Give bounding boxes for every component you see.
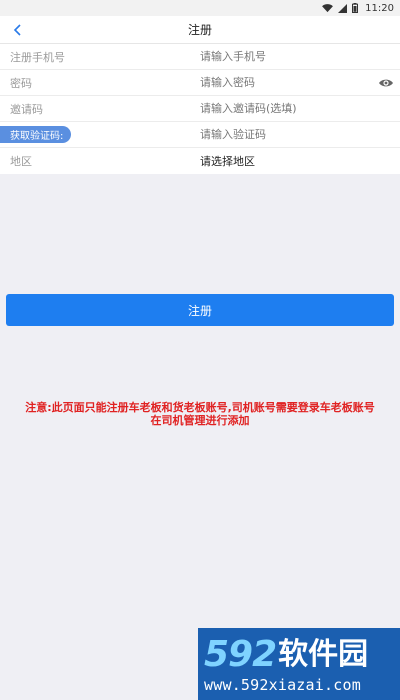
password-row: 密码 [0, 70, 400, 96]
get-code-button[interactable]: 获取验证码: [0, 126, 72, 143]
watermark-logo: 592 软件园 [204, 636, 394, 674]
status-time: 11:20 [365, 2, 394, 14]
register-form: 注册手机号 密码 邀请码 获取验证码: 地区 请选择地区 [0, 44, 400, 174]
register-button[interactable]: 注册 [6, 294, 394, 326]
signal-icon [338, 3, 348, 13]
watermark-digits: 592 [204, 634, 277, 675]
chevron-left-icon [13, 24, 21, 36]
status-bar: 11:20 [0, 0, 400, 16]
nav-bar: 注册 [0, 16, 400, 44]
eye-icon[interactable] [378, 76, 394, 90]
invite-row: 邀请码 [0, 96, 400, 122]
region-select[interactable]: 请选择地区 [200, 153, 255, 169]
phone-input[interactable] [200, 46, 375, 67]
region-label: 地区 [10, 155, 32, 168]
wifi-icon [322, 3, 334, 12]
password-input[interactable] [200, 72, 375, 93]
battery-icon [352, 3, 359, 13]
phone-label: 注册手机号 [10, 50, 65, 64]
verification-code-input[interactable] [200, 124, 375, 145]
back-button[interactable] [8, 20, 28, 40]
phone-row: 注册手机号 [0, 44, 400, 70]
code-row: 获取验证码: [0, 122, 400, 148]
status-icons: 11:20 [322, 0, 394, 16]
notice-text: 注意:此页面只能注册车老板和货老板账号,司机账号需要登录车老板账号 在司机管理进… [0, 401, 400, 427]
watermark: 592 软件园 www.592xiazai.com [198, 628, 400, 700]
notice-line-1: 注意:此页面只能注册车老板和货老板账号,司机账号需要登录车老板账号 [25, 401, 375, 414]
notice-line-2: 在司机管理进行添加 [150, 414, 250, 427]
watermark-name: 软件园 [278, 637, 369, 672]
invite-label: 邀请码 [10, 102, 43, 116]
page-title: 注册 [187, 23, 212, 37]
invite-code-input[interactable] [200, 98, 375, 119]
password-label: 密码 [10, 76, 32, 90]
watermark-url: www.592xiazai.com [204, 676, 361, 694]
region-row[interactable]: 地区 请选择地区 [0, 148, 400, 174]
